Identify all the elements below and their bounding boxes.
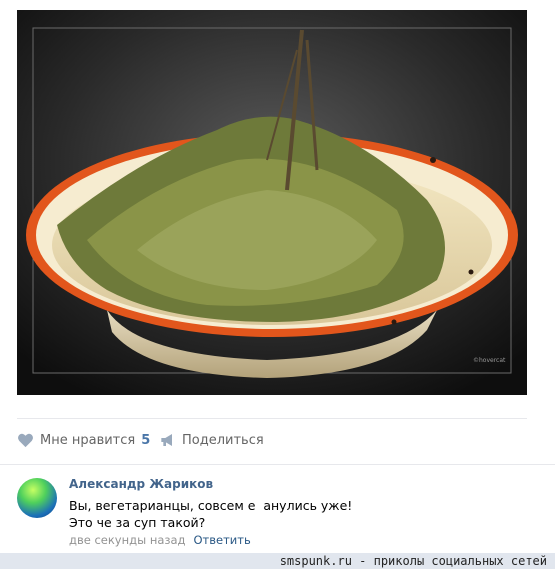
comment-meta: две секунды назад Ответить [69, 533, 251, 547]
like-label: Мне нравится [40, 432, 136, 448]
comment-text: Вы, вегетарианцы, совсем е анулись уже! … [69, 497, 352, 531]
comment-timestamp[interactable]: две секунды назад [69, 533, 186, 547]
megaphone-icon [161, 434, 172, 446]
photo-image: ©hovercat [17, 10, 527, 395]
heart-icon [18, 433, 33, 448]
like-button[interactable]: Мне нравится 5 [17, 432, 150, 448]
comment-author[interactable]: Александр Жариков [69, 477, 213, 491]
comment-line: Вы, вегетарианцы, совсем е анулись уже! [69, 498, 353, 513]
share-label: Поделиться [182, 432, 264, 448]
post-actions: Мне нравится 5 Поделиться [17, 430, 527, 452]
like-count: 5 [141, 432, 151, 448]
reply-link[interactable]: Ответить [194, 533, 251, 547]
watermark: smspunk.ru - приколы социальных сетей [279, 554, 547, 568]
post-photo[interactable]: ©hovercat [17, 10, 527, 395]
share-button[interactable]: Поделиться [160, 432, 264, 448]
footer-bar: smspunk.ru - приколы социальных сетей [0, 553, 555, 569]
divider [0, 464, 555, 465]
photo-signature: ©hovercat [473, 357, 506, 364]
comment-line: Это че за суп такой? [69, 515, 206, 530]
divider [17, 418, 527, 419]
avatar[interactable] [17, 478, 57, 518]
